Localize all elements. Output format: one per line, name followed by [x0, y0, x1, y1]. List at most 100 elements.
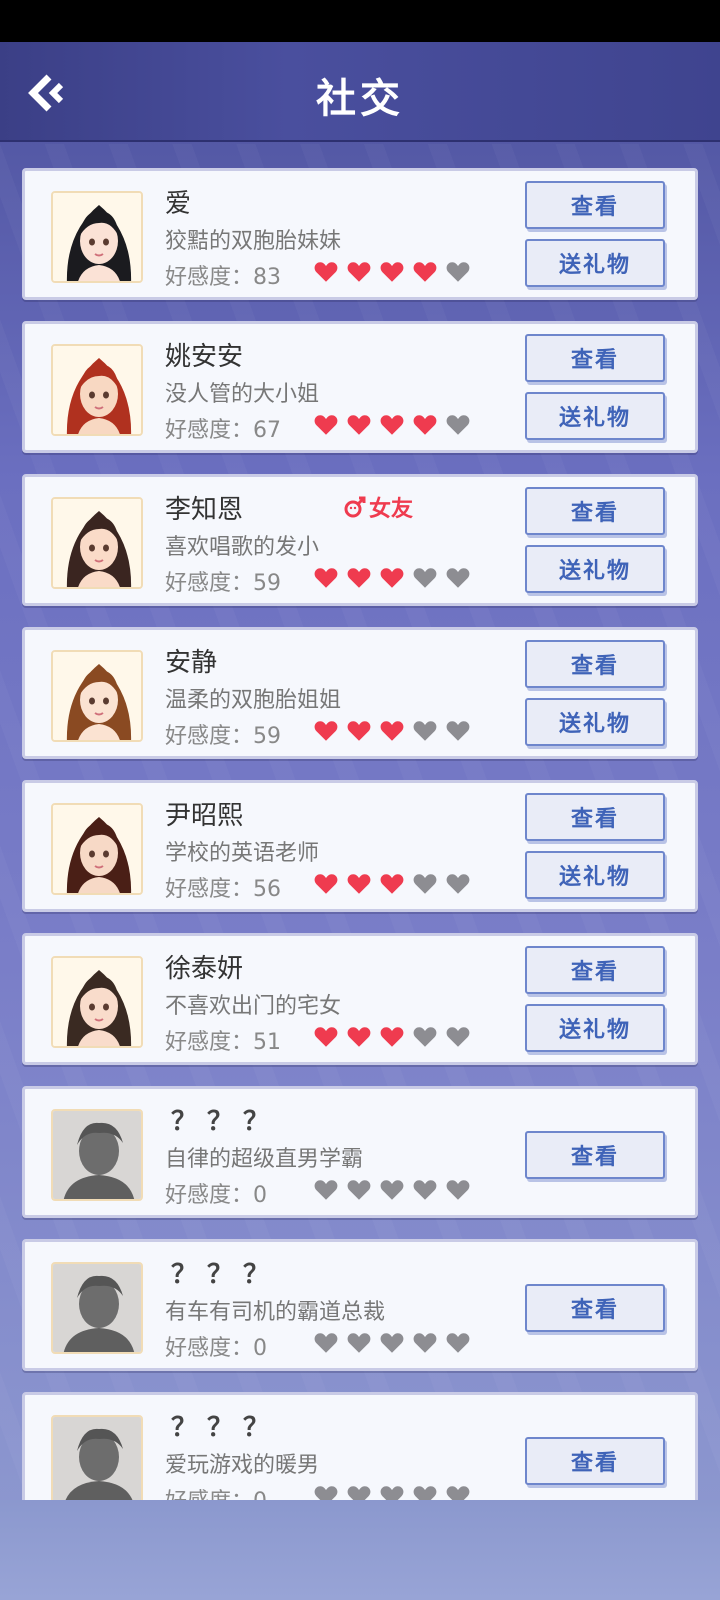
send-gift-button[interactable]: 送礼物 — [525, 545, 665, 593]
affection-label: 好感度：0 — [165, 1336, 267, 1361]
affection-label: 好感度：0 — [165, 1183, 267, 1208]
heart-empty-icon — [380, 1486, 404, 1500]
view-button[interactable]: 查看 — [525, 334, 665, 382]
affection-hearts — [313, 1177, 471, 1203]
heart-filled-icon — [347, 568, 371, 588]
heart-empty-icon — [446, 1333, 470, 1353]
character-name: 徐泰妍 — [165, 954, 244, 984]
avatar — [51, 1415, 143, 1500]
send-gift-button[interactable]: 送礼物 — [525, 698, 665, 746]
view-button[interactable]: 查看 — [525, 640, 665, 688]
heart-filled-icon — [380, 721, 404, 741]
heart-empty-icon — [413, 1486, 437, 1500]
avatar — [51, 650, 143, 742]
character-portrait — [53, 346, 141, 434]
character-card: ？？？ 自律的超级直男学霸 好感度：0 查看 — [22, 1086, 698, 1218]
affection-hearts — [313, 1330, 471, 1356]
character-portrait — [53, 652, 141, 740]
heart-filled-icon — [347, 721, 371, 741]
heart-empty-icon — [413, 874, 437, 894]
heart-filled-icon — [314, 874, 338, 894]
character-name: ？？？ — [171, 1260, 280, 1290]
avatar — [51, 956, 143, 1048]
character-card: 爱狡黠的双胞胎妹妹 好感度：83 查看送礼物 — [22, 168, 698, 300]
affection-label: 好感度：59 — [165, 724, 281, 749]
page-title: 社交 — [316, 76, 404, 122]
send-gift-button[interactable]: 送礼物 — [525, 1004, 665, 1052]
silhouette-avatar-icon — [53, 1264, 141, 1352]
character-description: 自律的超级直男学霸 — [165, 1147, 364, 1172]
view-button[interactable]: 查看 — [525, 946, 665, 994]
heart-filled-icon — [314, 568, 338, 588]
heart-empty-icon — [413, 1027, 437, 1047]
character-portrait — [53, 499, 141, 587]
heart-filled-icon — [314, 721, 338, 741]
character-description: 狡黠的双胞胎妹妹 — [165, 229, 342, 254]
character-description: 没人管的大小姐 — [165, 382, 320, 407]
heart-filled-icon — [380, 415, 404, 435]
character-description: 喜欢唱歌的发小 — [165, 535, 320, 560]
heart-filled-icon — [347, 1027, 371, 1047]
affection-label: 好感度：51 — [165, 1030, 281, 1055]
avatar — [51, 1109, 143, 1201]
character-card: 安静 温柔的双胞胎姐姐 好感度：59 查看 送礼物 — [22, 627, 698, 759]
heart-empty-icon — [347, 1333, 371, 1353]
view-button[interactable]: 查看 — [525, 1131, 665, 1179]
gender-icon — [344, 496, 366, 518]
heart-empty-icon — [413, 1180, 437, 1200]
affection-label: 好感度：59 — [165, 571, 281, 596]
character-card: 姚安安 没人管的大小姐 好感度：67 查看 送礼物 — [22, 321, 698, 453]
heart-empty-icon — [347, 1180, 371, 1200]
heart-empty-icon — [380, 1180, 404, 1200]
avatar — [51, 497, 143, 589]
character-portrait — [53, 805, 141, 893]
avatar — [51, 1262, 143, 1354]
character-name: 爱 — [165, 189, 192, 219]
status-bar — [0, 0, 720, 42]
character-description: 有车有司机的霸道总裁 — [165, 1300, 386, 1325]
girlfriend-badge: 女友 — [343, 491, 413, 523]
character-name: ？？？ — [171, 1107, 280, 1137]
character-card: ？？？ 有车有司机的霸道总裁 好感度：0 查看 — [22, 1239, 698, 1371]
character-portrait — [53, 193, 141, 281]
silhouette-avatar-icon — [53, 1417, 141, 1500]
heart-filled-icon — [380, 1027, 404, 1047]
character-card: 徐泰妍不喜欢出门的宅女 好感度：51 查看送礼物 — [22, 933, 698, 1065]
heart-filled-icon — [413, 415, 437, 435]
silhouette-avatar-icon — [53, 1111, 141, 1199]
heart-filled-icon — [347, 415, 371, 435]
character-name: 尹昭熙 — [165, 801, 244, 831]
character-name: ？？？ — [171, 1413, 280, 1443]
heart-empty-icon — [446, 1180, 470, 1200]
character-card: 尹昭熙 学校的英语老师 好感度：56 查看 送礼物 — [22, 780, 698, 912]
affection-label: 好感度：83 — [165, 265, 281, 290]
badge-label: 女友 — [369, 497, 414, 522]
heart-filled-icon — [380, 874, 404, 894]
character-description: 不喜欢出门的宅女 — [165, 994, 342, 1019]
heart-empty-icon — [446, 262, 470, 282]
view-button[interactable]: 查看 — [525, 1284, 665, 1332]
heart-filled-icon — [380, 262, 404, 282]
send-gift-button[interactable]: 送礼物 — [525, 239, 665, 287]
character-name: 安静 — [165, 648, 218, 678]
heart-filled-icon — [413, 262, 437, 282]
affection-label: 好感度：67 — [165, 418, 281, 443]
character-list[interactable]: 爱狡黠的双胞胎妹妹 好感度：83 查看 送礼物 姚安安 没人管的大小姐 好感度：67 查看 送礼… — [22, 168, 698, 1500]
affection-hearts — [313, 565, 471, 591]
affection-label: 好感度：0 — [165, 1483, 267, 1500]
heart-empty-icon — [347, 1486, 371, 1500]
heart-empty-icon — [314, 1180, 338, 1200]
send-gift-button[interactable]: 送礼物 — [525, 851, 665, 899]
send-gift-button[interactable]: 送礼物 — [525, 392, 665, 440]
heart-empty-icon — [446, 874, 470, 894]
heart-empty-icon — [446, 1027, 470, 1047]
heart-empty-icon — [446, 568, 470, 588]
heart-empty-icon — [413, 568, 437, 588]
character-name: 李知恩 — [165, 495, 244, 525]
affection-hearts — [313, 412, 471, 438]
view-button[interactable]: 查看 — [525, 793, 665, 841]
view-button[interactable]: 查看 — [525, 1437, 665, 1485]
affection-label: 好感度：56 — [165, 877, 281, 902]
view-button[interactable]: 查看 — [525, 487, 665, 535]
view-button[interactable]: 查看 — [525, 181, 665, 229]
